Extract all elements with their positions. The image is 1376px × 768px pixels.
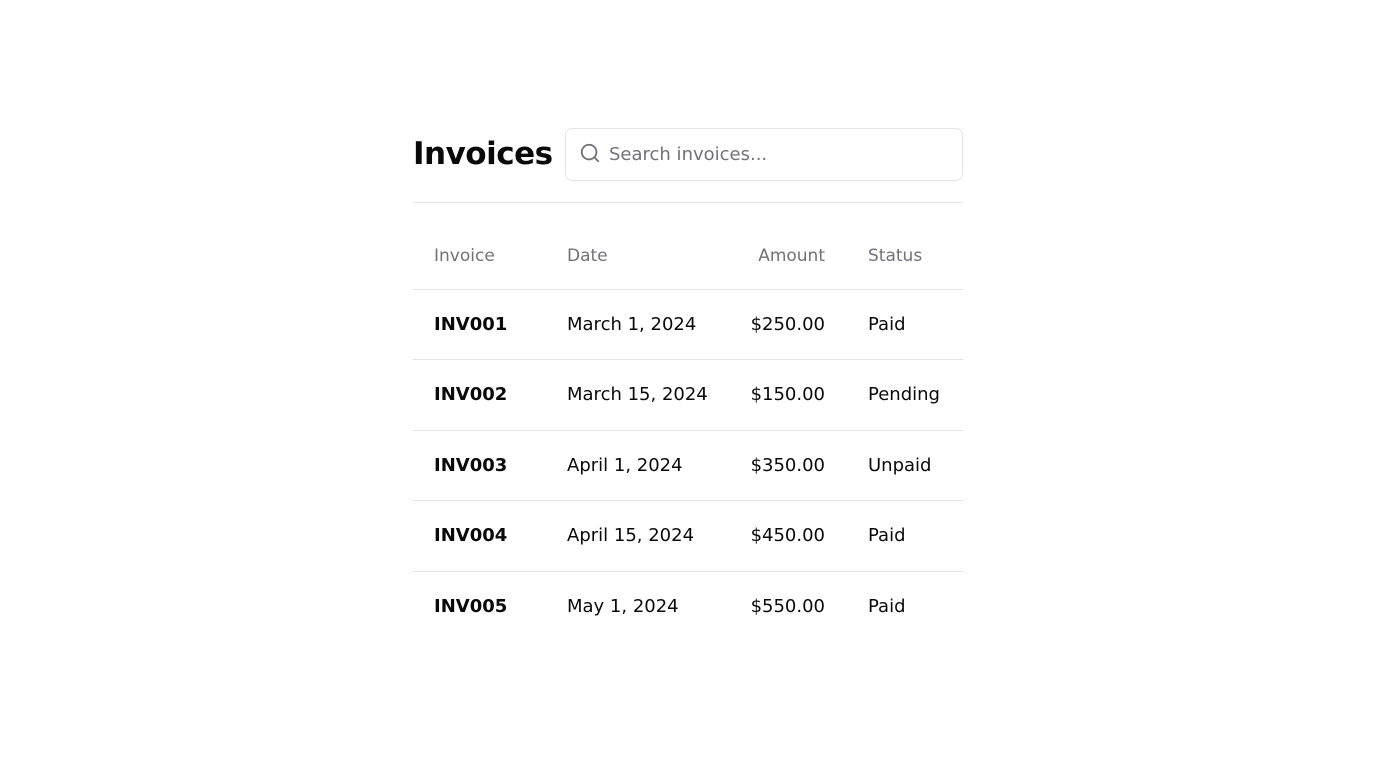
search-icon <box>579 142 601 164</box>
invoices-table: Invoice Date Amount Status INV001 March … <box>413 223 963 642</box>
page-title: Invoices <box>413 136 553 172</box>
invoice-status-cell: Paid <box>868 525 906 547</box>
invoice-date-cell: March 15, 2024 <box>567 384 708 406</box>
header: Invoices <box>413 128 963 181</box>
column-header-status: Status <box>868 245 923 266</box>
table-header: Invoice Date Amount Status <box>413 223 963 289</box>
header-divider <box>413 202 963 203</box>
search-input[interactable] <box>566 129 962 180</box>
invoice-status-cell: Paid <box>868 313 906 335</box>
invoice-date-cell: May 1, 2024 <box>567 596 679 617</box>
invoice-status-cell: Pending <box>868 384 940 406</box>
invoice-id-cell: INV005 <box>434 596 508 617</box>
table-row[interactable]: INV002 March 15, 2024 $150.00 Pending <box>413 360 963 430</box>
invoice-date-cell: April 1, 2024 <box>567 454 683 476</box>
invoice-amount-cell: $350.00 <box>750 454 825 476</box>
invoices-panel: Invoices Invoice Date Amount Status INV0… <box>413 128 963 642</box>
invoice-id-cell: INV001 <box>434 313 508 335</box>
table-header-row: Invoice Date Amount Status <box>413 223 963 289</box>
invoice-amount-cell: $450.00 <box>750 525 825 547</box>
table-row[interactable]: INV001 March 1, 2024 $250.00 Paid <box>413 289 963 360</box>
table-row[interactable]: INV004 April 15, 2024 $450.00 Paid <box>413 501 963 571</box>
invoice-id-cell: INV003 <box>434 454 508 476</box>
invoice-date-cell: March 1, 2024 <box>567 313 697 335</box>
invoice-amount-cell: $150.00 <box>750 384 825 406</box>
invoice-status-cell: Unpaid <box>868 454 932 476</box>
table-row[interactable]: INV003 April 1, 2024 $350.00 Unpaid <box>413 430 963 501</box>
search-box[interactable] <box>565 128 963 181</box>
invoice-amount-cell: $550.00 <box>750 596 825 617</box>
invoice-id-cell: INV004 <box>434 525 508 547</box>
table-body: INV001 March 1, 2024 $250.00 Paid INV002… <box>413 289 963 642</box>
invoice-date-cell: April 15, 2024 <box>567 525 695 547</box>
invoice-amount-cell: $250.00 <box>750 313 825 335</box>
table-row[interactable]: INV005 May 1, 2024 $550.00 Paid <box>413 571 963 642</box>
invoice-id-cell: INV002 <box>434 384 508 406</box>
column-header-date: Date <box>567 245 608 266</box>
invoice-status-cell: Paid <box>868 596 906 617</box>
column-header-amount: Amount <box>758 245 825 266</box>
column-header-invoice: Invoice <box>434 245 495 266</box>
